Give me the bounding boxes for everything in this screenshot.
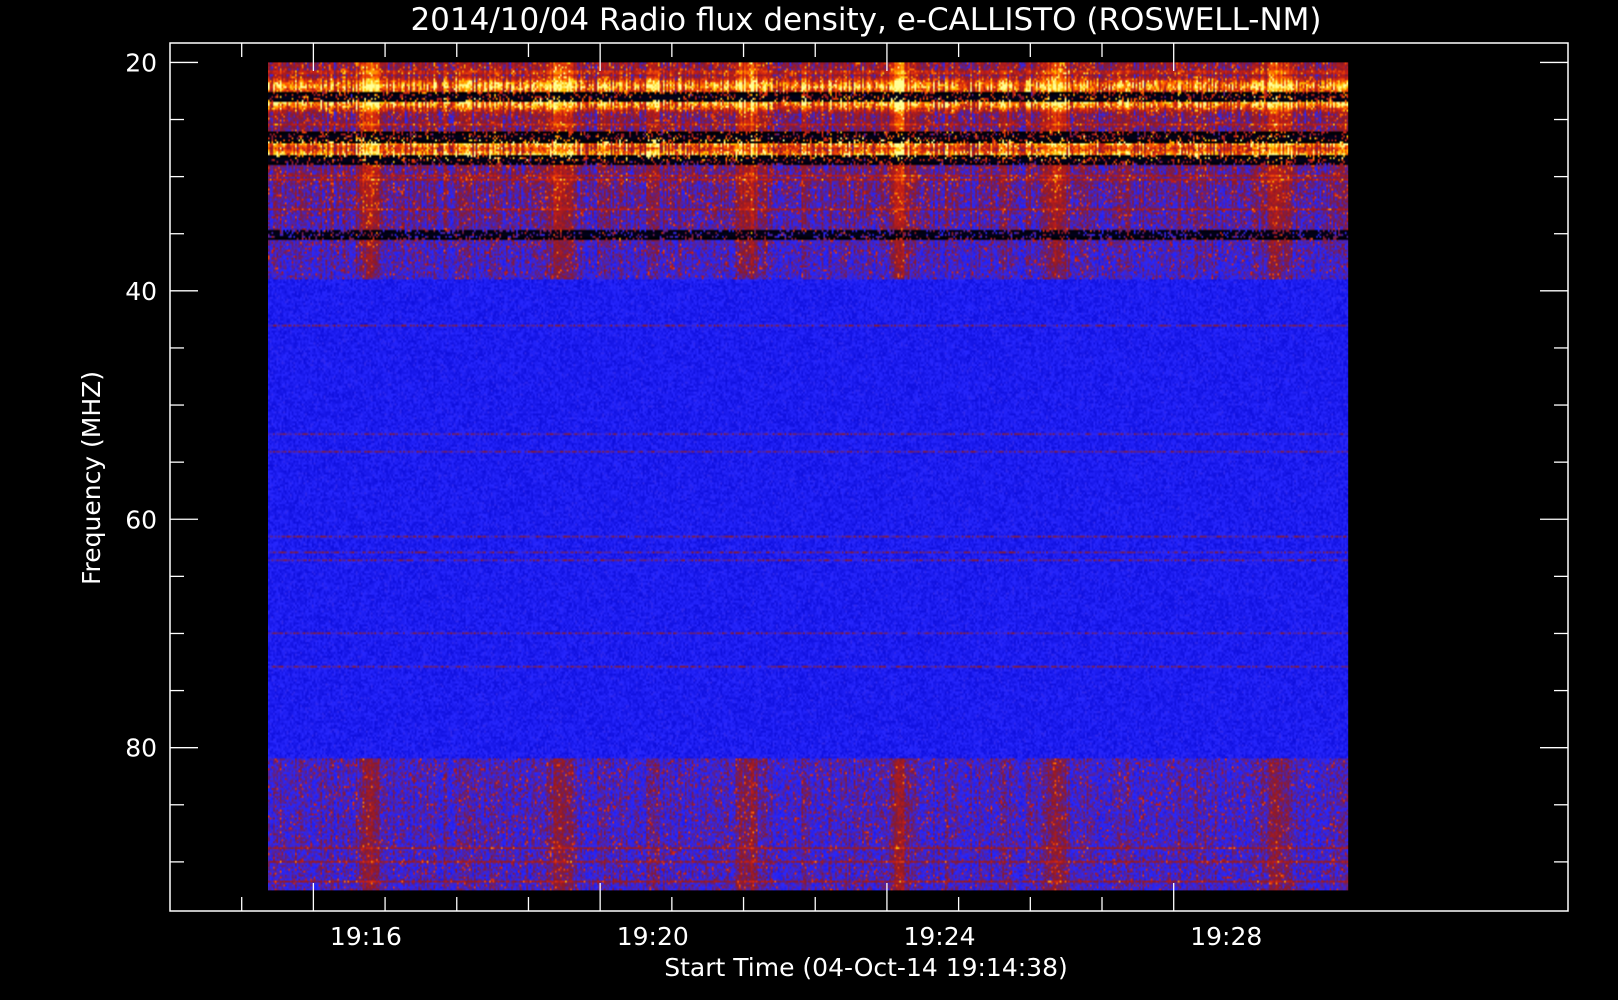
- y-axis-label: Frequency (MHZ): [77, 371, 106, 585]
- y-tick-label: 60: [125, 505, 157, 534]
- x-tick-label: 19:16: [330, 922, 402, 951]
- y-tick-label: 20: [125, 48, 157, 77]
- x-tick-label: 19:28: [1190, 922, 1262, 951]
- plot-area: [169, 42, 1569, 912]
- spectrogram-figure: 2014/10/04 Radio flux density, e-CALLIST…: [77, 2, 1569, 982]
- x-tick-label: 19:24: [903, 922, 975, 951]
- y-tick-label: 40: [125, 277, 157, 306]
- chart-title: 2014/10/04 Radio flux density, e-CALLIST…: [410, 2, 1321, 38]
- spectrogram-heatmap: [268, 62, 1349, 891]
- x-tick-label: 19:20: [617, 922, 689, 951]
- x-axis-label: Start Time (04-Oct-14 19:14:38): [664, 953, 1067, 982]
- y-tick-label: 80: [125, 734, 157, 763]
